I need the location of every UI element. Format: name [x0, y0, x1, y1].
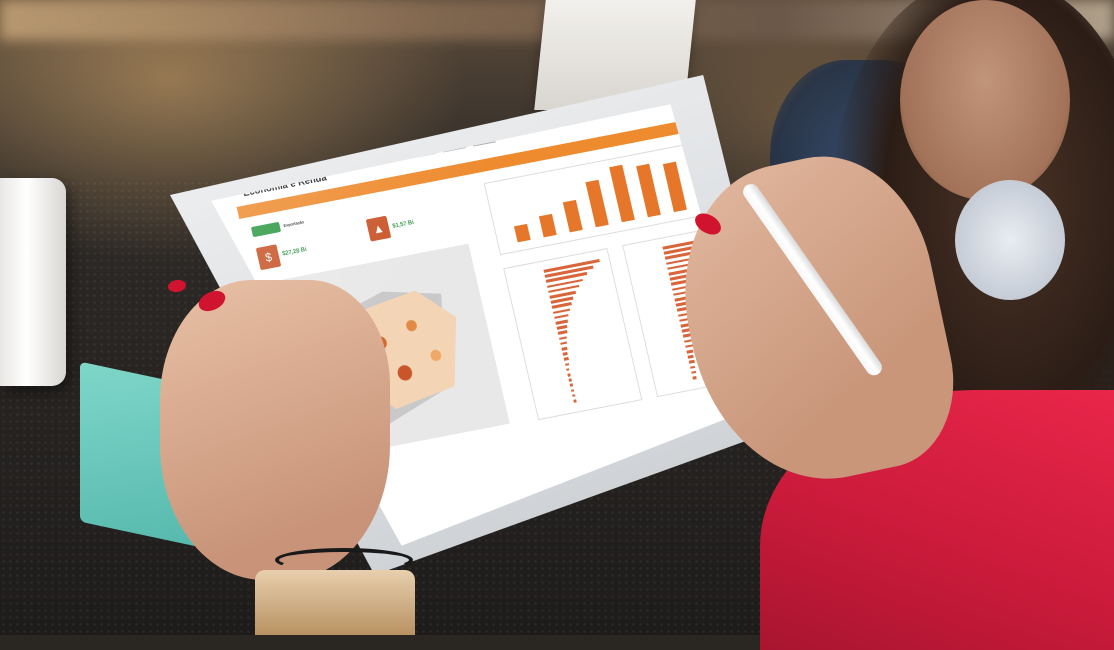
- bar-6[interactable]: [662, 161, 687, 213]
- ranking-bar: [561, 346, 568, 351]
- ranking-bar: [554, 313, 570, 320]
- ranking-bar: [687, 354, 695, 359]
- ranking-bar: [572, 394, 576, 398]
- ranking-bar: [688, 360, 695, 364]
- ranking-bar: [558, 335, 568, 340]
- bar-5[interactable]: [636, 164, 661, 218]
- ranking-bar: [557, 330, 568, 335]
- bar-3[interactable]: [585, 179, 609, 228]
- ranking-bar: [556, 324, 568, 330]
- ranking-bar: [689, 365, 696, 369]
- ranking-bar: [573, 399, 577, 403]
- bar-0[interactable]: [513, 223, 531, 243]
- kpi-value: $27,28 Bi: [281, 246, 308, 258]
- wristwatch: [255, 570, 415, 635]
- ranking-bar: [564, 362, 570, 366]
- face-mask: [955, 180, 1065, 300]
- kpi-value: $1,57 Bi: [391, 219, 415, 230]
- hbar-chart[interactable]: [503, 248, 643, 421]
- bracelet: [275, 548, 413, 572]
- bar-4[interactable]: [609, 164, 635, 223]
- ranking-bar: [568, 378, 572, 382]
- ranking-bar: [692, 376, 697, 380]
- ranking-bar: [555, 319, 569, 325]
- bar-1[interactable]: [538, 213, 557, 238]
- bag-icon: ▲: [365, 215, 392, 242]
- ranking-bar: [566, 368, 570, 372]
- ranking-bar: [691, 370, 697, 375]
- woman-face: [900, 0, 1070, 200]
- dollar-icon: $: [255, 244, 282, 271]
- ranking-bar: [569, 383, 574, 387]
- ranking-bar: [686, 349, 694, 354]
- ranking-bar: [562, 352, 569, 356]
- bar-2[interactable]: [562, 199, 583, 233]
- left-hand: [160, 280, 390, 580]
- white-cup: [0, 178, 66, 386]
- ranking-bar: [567, 373, 571, 377]
- ranking-bar: [570, 388, 575, 392]
- section-title: Exportação: [283, 219, 305, 229]
- ranking-bar: [563, 357, 569, 361]
- ranking-bar: [560, 341, 568, 346]
- section-logo: [250, 221, 282, 238]
